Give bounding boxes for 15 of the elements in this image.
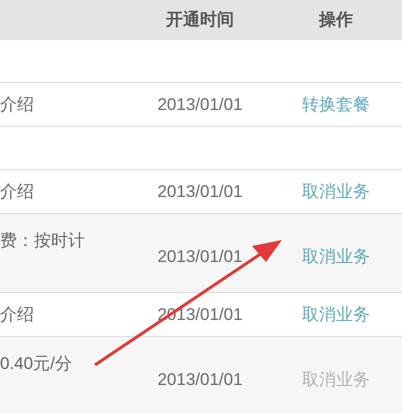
- column-header: 开通时间: [166, 9, 234, 32]
- column-header: 操作: [319, 9, 353, 32]
- action-link[interactable]: 转换套餐: [302, 92, 370, 118]
- date-cell-text: 2013/01/01: [157, 180, 243, 203]
- date-cell-text: 2013/01/01: [157, 94, 243, 116]
- description-cell: 费：按时计: [0, 231, 85, 250]
- description-cell-text: 介绍: [0, 304, 34, 326]
- description-cell-text: 介绍: [0, 180, 34, 203]
- action-link[interactable]: 取消业务: [302, 178, 370, 204]
- description-cell-text: 介绍: [0, 94, 34, 116]
- action-link[interactable]: 取消业务: [302, 244, 370, 270]
- description-cell: 0.40元/分: [0, 354, 72, 373]
- action-link[interactable]: 取消业务: [302, 302, 370, 328]
- date-cell-text: 2013/01/01: [157, 246, 243, 268]
- date-cell-text: 2013/01/01: [157, 369, 243, 392]
